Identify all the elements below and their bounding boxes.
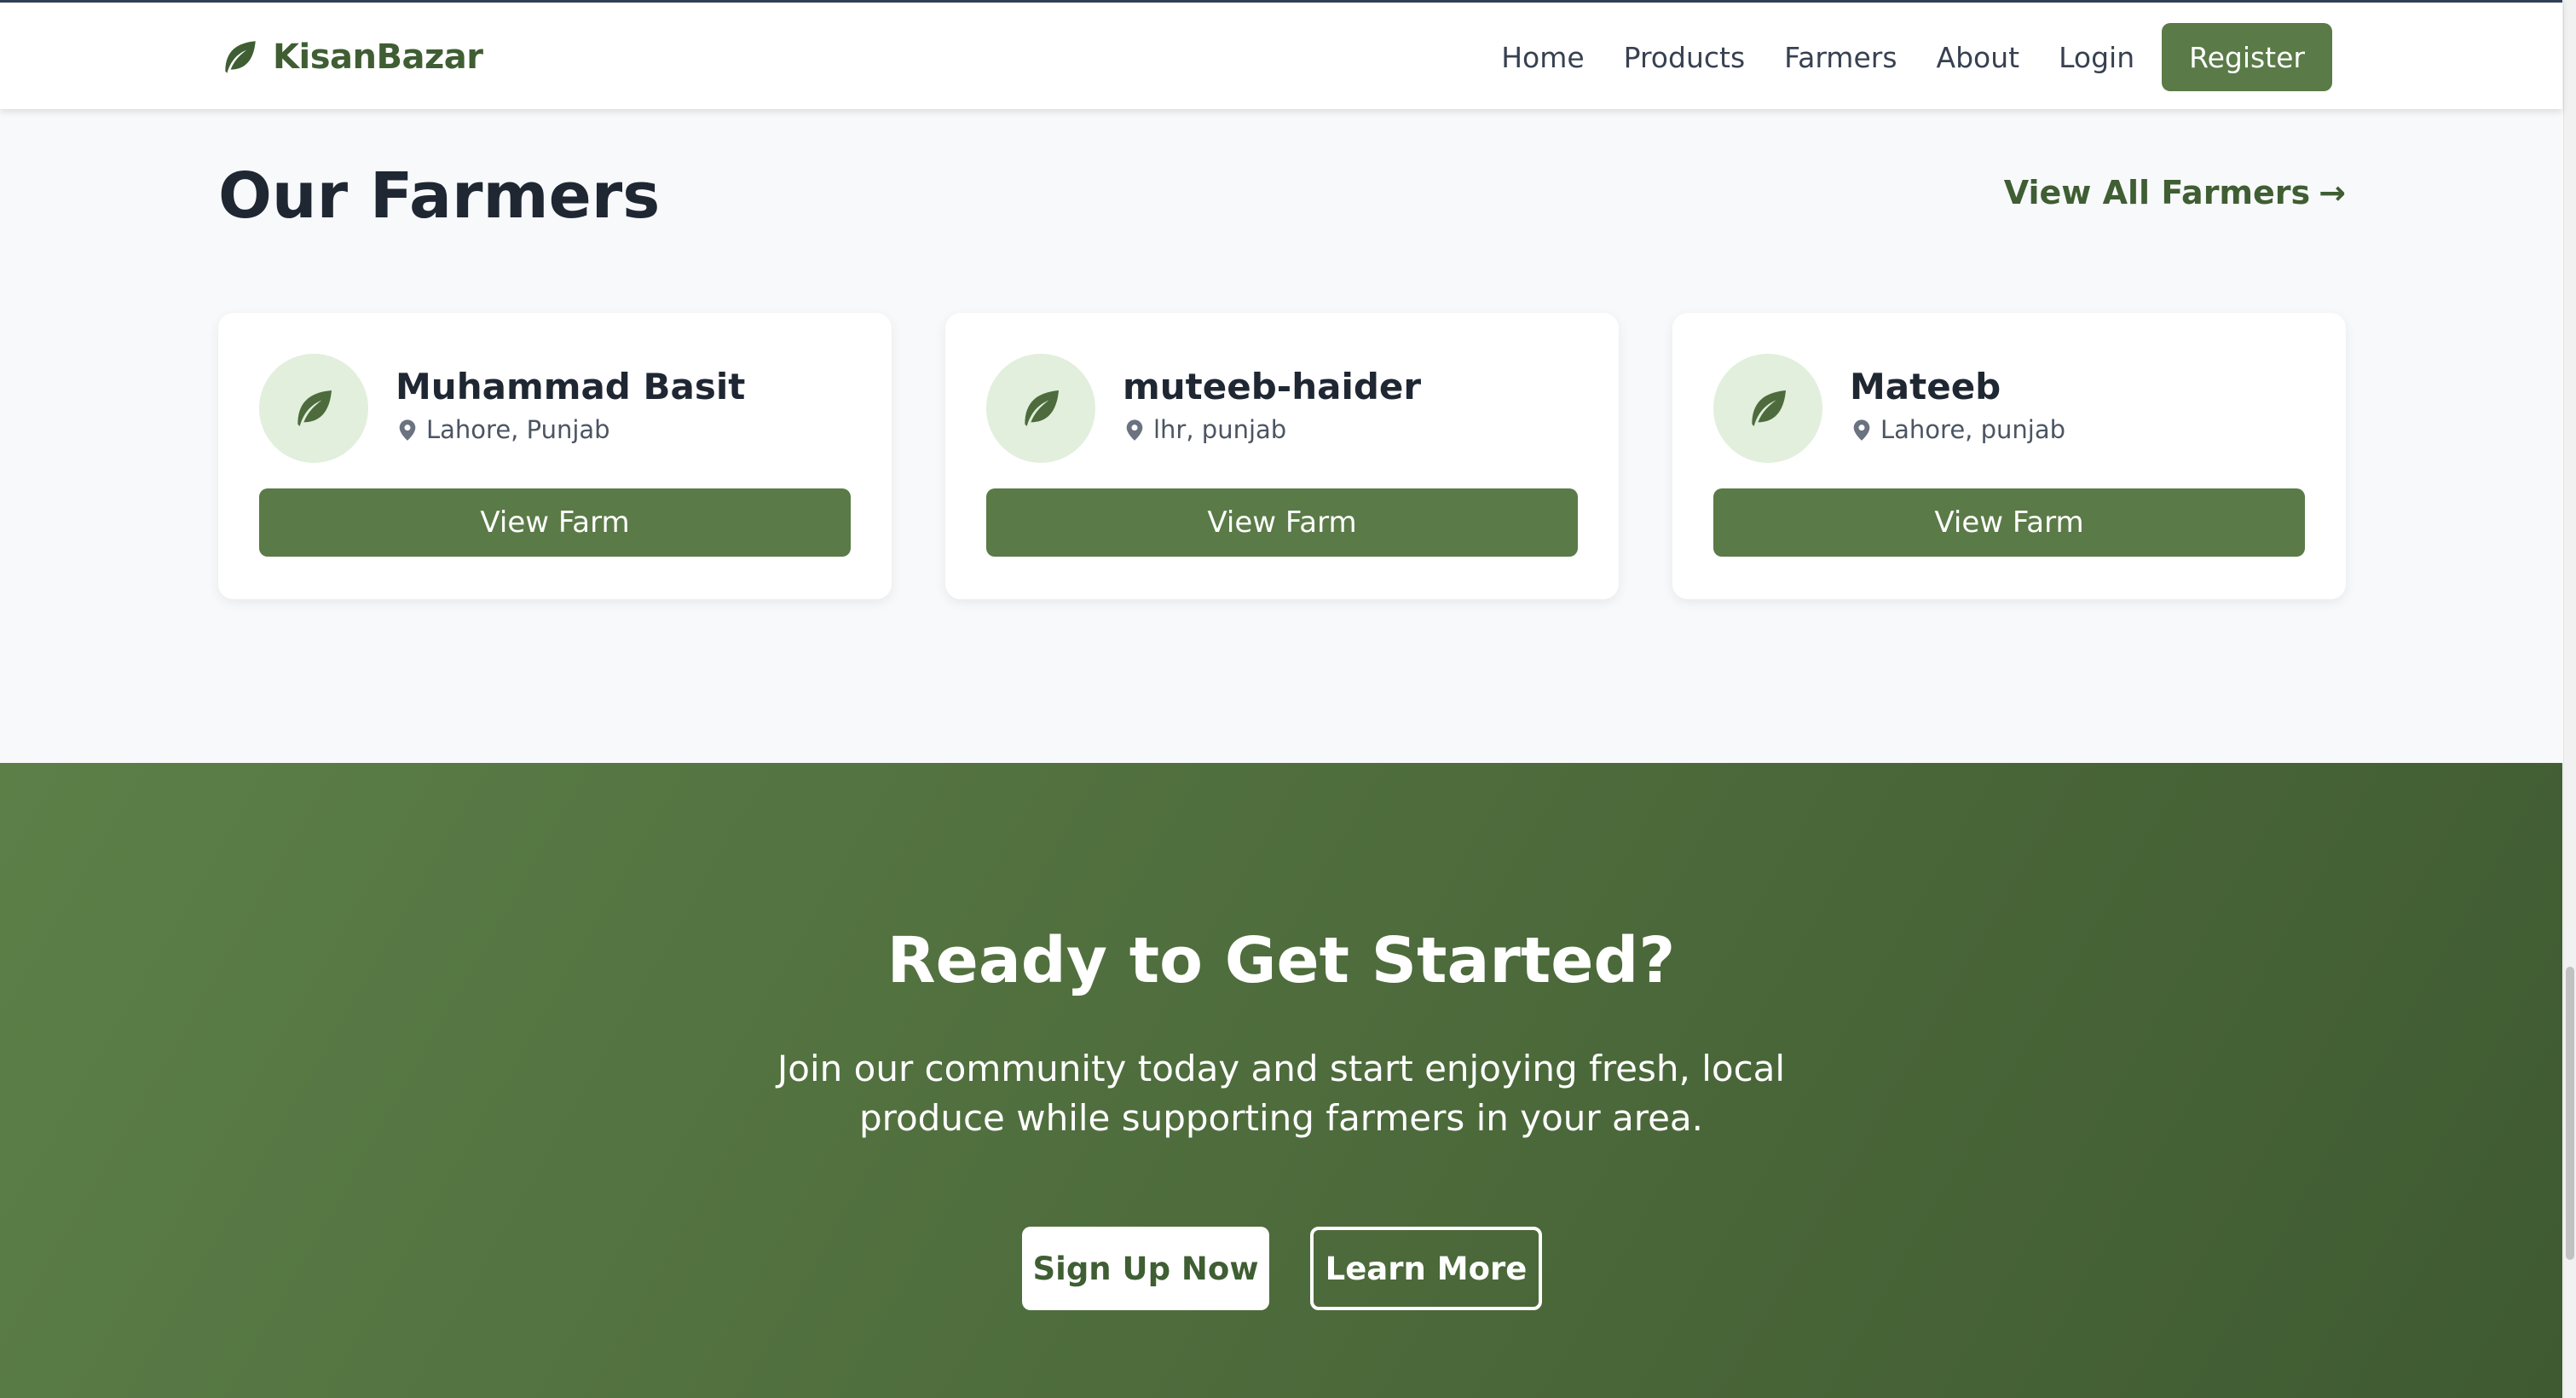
arrow-right-icon: → — [2319, 174, 2346, 211]
farmer-card: Muhammad Basit Lahore, Punjab View Farm — [218, 313, 892, 599]
leaf-icon — [225, 41, 256, 73]
nav-farmers[interactable]: Farmers — [1784, 41, 1897, 74]
brand-name: KisanBazar — [273, 38, 483, 77]
leaf-icon — [1752, 390, 1786, 426]
nav-links: Home Products Farmers About Login Regist… — [1462, 23, 2332, 91]
location-pin-icon — [399, 419, 416, 441]
nav-products[interactable]: Products — [1624, 41, 1746, 74]
leaf-icon — [1025, 390, 1059, 426]
farmer-name: Mateeb — [1850, 366, 2001, 407]
farmer-avatar — [1713, 354, 1822, 463]
farmer-location: Lahore, Punjab — [396, 415, 610, 444]
nav-home[interactable]: Home — [1501, 41, 1584, 74]
farmer-name: muteeb-haider — [1123, 366, 1422, 407]
farmer-avatar — [986, 354, 1095, 463]
location-pin-icon — [1853, 419, 1870, 441]
brand-logo[interactable]: KisanBazar — [218, 33, 483, 81]
scrollbar[interactable] — [2563, 0, 2576, 1398]
nav-login[interactable]: Login — [2059, 41, 2134, 74]
leaf-icon — [297, 390, 332, 426]
farmer-card: muteeb-haider lhr, punjab View Farm — [945, 313, 1619, 599]
view-farm-button[interactable]: View Farm — [259, 488, 851, 557]
top-navbar: KisanBazar Home Products Farmers About L… — [0, 0, 2562, 109]
learn-more-button[interactable]: Learn More — [1310, 1227, 1542, 1310]
farmer-name: Muhammad Basit — [396, 366, 746, 407]
farmer-location-text: lhr, punjab — [1153, 415, 1287, 444]
farmer-location-text: Lahore, punjab — [1880, 415, 2066, 444]
view-all-farmers-link[interactable]: View All Farmers → — [2004, 174, 2346, 211]
farmer-avatar — [259, 354, 368, 463]
view-farm-button[interactable]: View Farm — [986, 488, 1578, 557]
farmer-location: Lahore, punjab — [1850, 415, 2065, 444]
farmer-location-text: Lahore, Punjab — [426, 415, 610, 444]
farmer-card: Mateeb Lahore, punjab View Farm — [1672, 313, 2346, 599]
farmer-location: lhr, punjab — [1123, 415, 1286, 444]
location-pin-icon — [1126, 419, 1143, 441]
view-farm-button[interactable]: View Farm — [1713, 488, 2305, 557]
cta-text: Join our community today and start enjoy… — [777, 1048, 1786, 1139]
nav-about[interactable]: About — [1937, 41, 2020, 74]
cta-title: Ready to Get Started? — [887, 924, 1676, 997]
view-all-label: View All Farmers — [2003, 174, 2311, 211]
section-title: Our Farmers — [218, 159, 661, 233]
cta-section: Ready to Get Started? Join our community… — [0, 763, 2562, 1398]
register-button[interactable]: Register — [2162, 23, 2332, 91]
sign-up-button[interactable]: Sign Up Now — [1022, 1227, 1269, 1310]
scrollbar-thumb[interactable] — [2566, 967, 2574, 1260]
